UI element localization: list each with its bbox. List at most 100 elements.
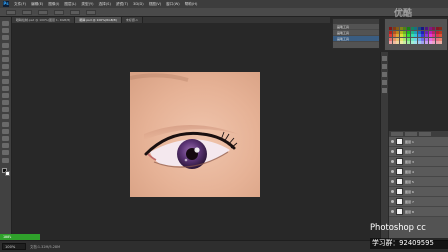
lasso-tool-icon[interactable] [2,35,9,41]
healing-brush-tool-icon[interactable] [2,64,9,70]
opacity-field[interactable] [54,9,64,15]
color-swatch[interactable] [424,27,428,30]
color-swatch[interactable] [396,30,400,34]
tab-document-1[interactable]: 眼睛绘制.psd @ 100%(图层 1, RGB/8) [12,17,76,23]
color-swatch[interactable] [392,34,396,38]
quick-select-tool-icon[interactable] [2,42,9,48]
menu-filter[interactable]: 滤镜(T) [116,2,128,7]
menu-type[interactable]: 类型(Y) [81,2,93,7]
document-canvas[interactable] [130,72,260,197]
color-swatch[interactable] [435,41,439,45]
color-swatch[interactable] [414,30,418,34]
eye-icon[interactable] [391,210,394,213]
tab-document-2[interactable]: 眼睛.psd @ 100%(RGB/8) [75,17,122,23]
color-swatch[interactable] [392,41,396,45]
layer-row[interactable]: 图层 7 [389,197,448,207]
color-swatch[interactable] [414,34,418,38]
layer-row[interactable]: 图层 4 [389,167,448,177]
move-tool-icon[interactable] [2,21,9,26]
swatch-grid[interactable] [389,27,443,45]
color-swatch[interactable] [421,30,425,34]
brush-panel-icon[interactable] [382,64,387,69]
layer-row[interactable]: 图层 6 [389,187,448,197]
color-swatch[interactable] [435,30,439,34]
color-swatch[interactable] [428,37,432,41]
brush-mode-select[interactable] [38,9,48,15]
color-swatch[interactable] [439,34,443,38]
color-swatch[interactable] [424,37,428,41]
color-swatch[interactable] [410,37,414,41]
color-swatch[interactable] [396,37,400,41]
path-select-tool-icon[interactable] [2,136,9,141]
layer-row[interactable]: 图层 3 [389,157,448,167]
color-swatch[interactable] [406,41,410,45]
menu-3d[interactable]: 3D(D) [133,2,144,6]
color-swatch[interactable] [439,27,443,30]
color-swatch[interactable] [424,30,428,34]
color-swatch[interactable] [410,41,414,45]
color-swatch[interactable] [399,34,403,38]
color-swatch[interactable] [399,27,403,30]
background-color-swatch[interactable] [4,170,10,176]
color-swatch[interactable] [417,27,421,30]
clone-stamp-tool-icon[interactable] [2,78,9,84]
color-swatch[interactable] [410,30,414,34]
adjustments-panel-icon[interactable] [382,88,387,93]
layers-tab[interactable] [391,132,403,136]
color-swatch[interactable] [439,30,443,34]
flow-field[interactable] [70,9,80,15]
tab-document-3[interactable]: 未标题-1 [121,17,143,23]
menu-view[interactable]: 视图(V) [149,2,161,7]
color-swatch[interactable] [406,30,410,34]
color-swatch[interactable] [396,41,400,45]
eyedropper-tool-icon[interactable] [2,56,9,62]
color-swatch[interactable] [396,27,400,30]
color-swatch[interactable] [428,34,432,38]
color-swatch[interactable] [432,41,436,45]
color-swatch[interactable] [414,27,418,30]
gradient-tool-icon[interactable] [2,100,9,106]
eye-icon[interactable] [391,150,394,153]
history-panel-icon[interactable] [382,56,387,61]
history-item-active[interactable]: 画笔工具 [333,36,379,42]
menu-select[interactable]: 选择(S) [99,2,111,7]
color-swatch[interactable] [435,27,439,30]
menu-file[interactable]: 文件(F) [14,2,26,7]
layer-row[interactable]: 图层 5 [389,177,448,187]
color-swatch[interactable] [403,41,407,45]
color-swatch[interactable] [435,37,439,41]
eye-icon[interactable] [391,170,394,173]
eye-icon[interactable] [391,200,394,203]
blur-tool-icon[interactable] [2,107,9,113]
color-swatch[interactable] [399,30,403,34]
color-swatch[interactable] [417,37,421,41]
type-tool-icon[interactable] [2,128,9,134]
crop-tool-icon[interactable] [2,49,9,55]
color-swatch[interactable] [424,41,428,45]
layer-row[interactable]: 图层 8 [389,207,448,217]
layer-row[interactable]: 图层 2 [389,147,448,157]
menu-edit[interactable]: 编辑(E) [31,2,43,7]
color-swatch[interactable] [432,30,436,34]
menu-layer[interactable]: 图层(L) [64,2,76,7]
color-swatch[interactable] [421,27,425,30]
layer-row[interactable]: 图层 1 [389,137,448,147]
color-swatch[interactable] [403,27,407,30]
eye-icon[interactable] [391,190,394,193]
marquee-tool-icon[interactable] [2,28,9,34]
menu-image[interactable]: 图像(I) [48,2,59,7]
color-swatch[interactable] [410,27,414,30]
paragraph-panel-icon[interactable] [382,80,387,85]
hand-tool-icon[interactable] [2,150,9,156]
pen-tool-icon[interactable] [2,121,9,127]
airbrush-toggle[interactable] [86,9,96,15]
color-swatch[interactable] [403,37,407,41]
eye-icon[interactable] [391,140,394,143]
color-swatch[interactable] [403,34,407,38]
color-swatch[interactable] [389,37,392,41]
channels-tab[interactable] [405,132,417,136]
eye-icon[interactable] [391,160,394,163]
color-swatch[interactable] [399,37,403,41]
paths-tab[interactable] [419,132,431,136]
color-swatch[interactable] [432,37,436,41]
